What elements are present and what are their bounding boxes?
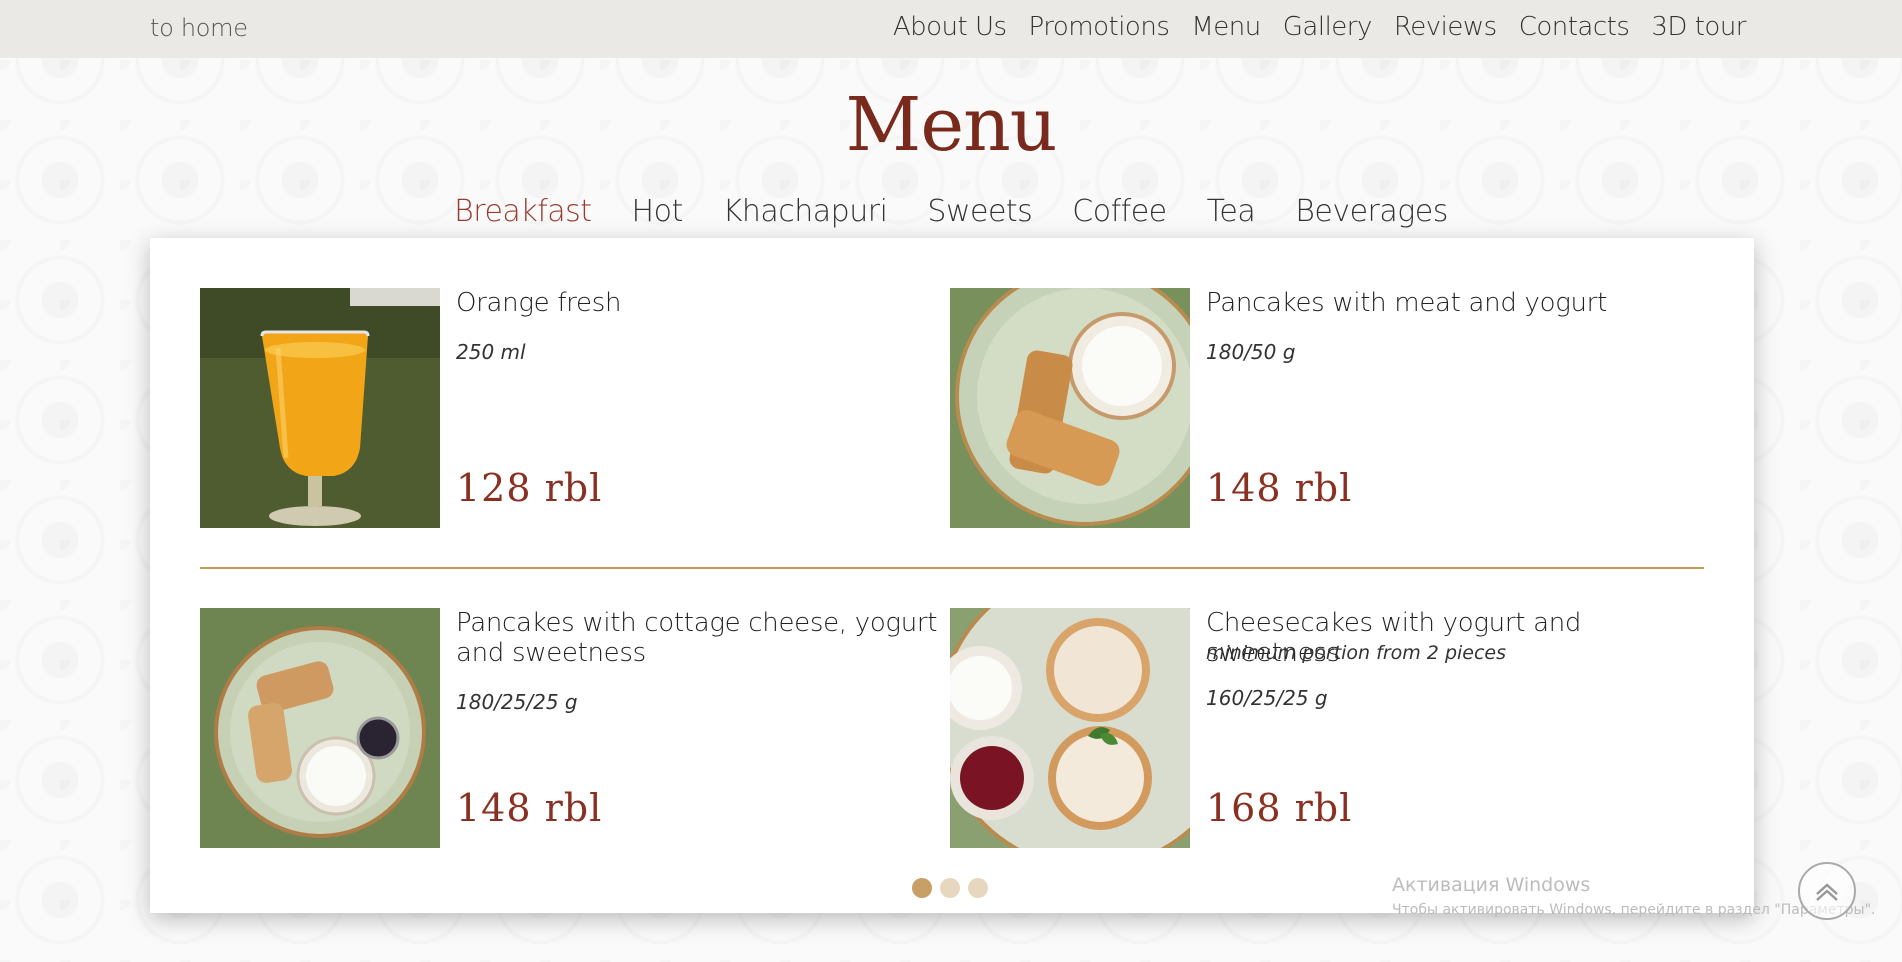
nav-reviews[interactable]: Reviews bbox=[1394, 12, 1497, 42]
item-name: Pancakes with meat and yogurt bbox=[1206, 288, 1607, 318]
item-weight: 180/50 g bbox=[1206, 340, 1296, 364]
orange-juice-image bbox=[200, 288, 440, 528]
cheesecakes-image bbox=[950, 608, 1190, 848]
tab-breakfast[interactable]: Breakfast bbox=[454, 194, 592, 229]
nav-3d-tour[interactable]: 3D tour bbox=[1651, 12, 1746, 42]
carousel-dot[interactable] bbox=[912, 878, 932, 898]
item-name: Pancakes with cottage cheese, yogurt and… bbox=[456, 608, 938, 668]
item-weight: 180/25/25 g bbox=[456, 690, 578, 714]
carousel-pagination bbox=[912, 878, 988, 898]
nav-contacts[interactable]: Contacts bbox=[1519, 12, 1630, 42]
top-navigation-bar: to home About Us Promotions Menu Gallery… bbox=[0, 0, 1902, 58]
menu-card: Orange fresh 250 ml 128 rbl Pancakes wit… bbox=[150, 238, 1754, 913]
chevron-up-icon bbox=[1816, 883, 1838, 901]
item-name: Orange fresh bbox=[456, 288, 622, 318]
nav-gallery[interactable]: Gallery bbox=[1283, 12, 1373, 42]
carousel-dot[interactable] bbox=[968, 878, 988, 898]
main-nav: About Us Promotions Menu Gallery Reviews… bbox=[871, 12, 1747, 42]
item-price: 128 rbl bbox=[456, 466, 603, 510]
menu-item: Orange fresh 250 ml 128 rbl bbox=[200, 288, 950, 528]
tab-khachapuri[interactable]: Khachapuri bbox=[723, 194, 888, 229]
item-price: 148 rbl bbox=[456, 786, 603, 830]
nav-about-us[interactable]: About Us bbox=[893, 12, 1007, 42]
item-note: minimum portion from 2 pieces bbox=[1206, 642, 1507, 664]
tab-beverages[interactable]: Beverages bbox=[1295, 194, 1448, 229]
tab-tea[interactable]: Tea bbox=[1207, 194, 1256, 229]
menu-item: Pancakes with meat and yogurt 180/50 g 1… bbox=[950, 288, 1700, 528]
item-weight: 250 ml bbox=[456, 340, 526, 364]
scroll-to-top-button[interactable] bbox=[1798, 862, 1856, 920]
item-price: 168 rbl bbox=[1206, 786, 1353, 830]
tab-sweets[interactable]: Sweets bbox=[927, 194, 1032, 229]
menu-category-tabs: Breakfast Hot Khachapuri Sweets Coffee T… bbox=[0, 194, 1902, 229]
item-price: 148 rbl bbox=[1206, 466, 1353, 510]
menu-item: Pancakes with cottage cheese, yogurt and… bbox=[200, 608, 950, 848]
nav-promotions[interactable]: Promotions bbox=[1029, 12, 1170, 42]
carousel-dot[interactable] bbox=[940, 878, 960, 898]
items-divider bbox=[200, 567, 1704, 569]
nav-menu[interactable]: Menu bbox=[1191, 12, 1261, 42]
page-title: Menu bbox=[845, 82, 1058, 168]
tab-hot[interactable]: Hot bbox=[632, 194, 684, 229]
pancakes-cottage-cheese-image bbox=[200, 608, 440, 848]
item-weight: 160/25/25 g bbox=[1206, 686, 1328, 710]
pancakes-meat-image bbox=[950, 288, 1190, 528]
menu-item: Cheesecakes with yogurt and sweetness mi… bbox=[950, 608, 1700, 848]
tab-coffee[interactable]: Coffee bbox=[1072, 194, 1167, 229]
home-link[interactable]: to home bbox=[150, 14, 248, 42]
